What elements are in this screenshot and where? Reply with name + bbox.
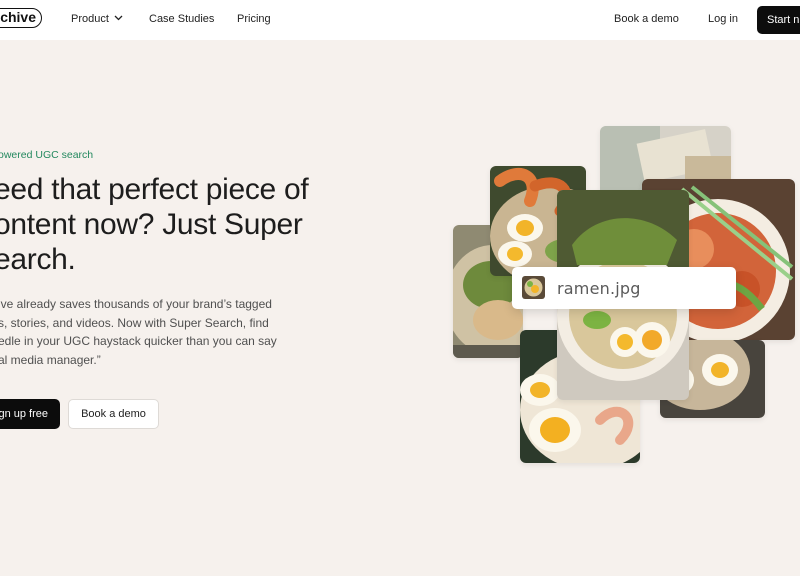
nav-book-demo[interactable]: Book a demo: [614, 13, 679, 25]
top-nav: chive Product Case Studies Pricing Book …: [0, 0, 800, 40]
image-thumbnail-icon: [522, 276, 545, 299]
headline-line: ontent now? Just Super: [0, 208, 303, 241]
description-line: ive already saves thousands of your bran…: [0, 297, 272, 311]
nav-case-studies[interactable]: Case Studies: [149, 13, 214, 25]
book-demo-button[interactable]: Book a demo: [68, 399, 159, 429]
description-line: al media manager.”: [0, 352, 101, 367]
chevron-down-icon: [114, 15, 123, 21]
logo[interactable]: chive: [0, 8, 42, 28]
nav-product[interactable]: Product: [71, 13, 123, 25]
hero-eyebrow: owered UGC search: [0, 149, 94, 161]
nav-pricing[interactable]: Pricing: [237, 13, 271, 25]
nav-product-label: Product: [71, 13, 109, 25]
hero-description: ive already saves thousands of your bran…: [0, 295, 318, 369]
start-button[interactable]: Start n: [757, 6, 800, 34]
hero-headline: eed that perfect piece of ontent now? Ju…: [0, 172, 354, 277]
description-line: edle in your UGC haystack quicker than y…: [0, 334, 277, 348]
headline-line: earch.: [0, 243, 76, 276]
nav-login[interactable]: Log in: [708, 13, 738, 25]
headline-line: eed that perfect piece of: [0, 173, 309, 206]
search-result-pill: ramen.jpg: [512, 267, 736, 309]
description-line: s, stories, and videos. Now with Super S…: [0, 315, 269, 330]
file-name: ramen.jpg: [557, 279, 641, 298]
signup-button[interactable]: gn up free: [0, 399, 60, 429]
